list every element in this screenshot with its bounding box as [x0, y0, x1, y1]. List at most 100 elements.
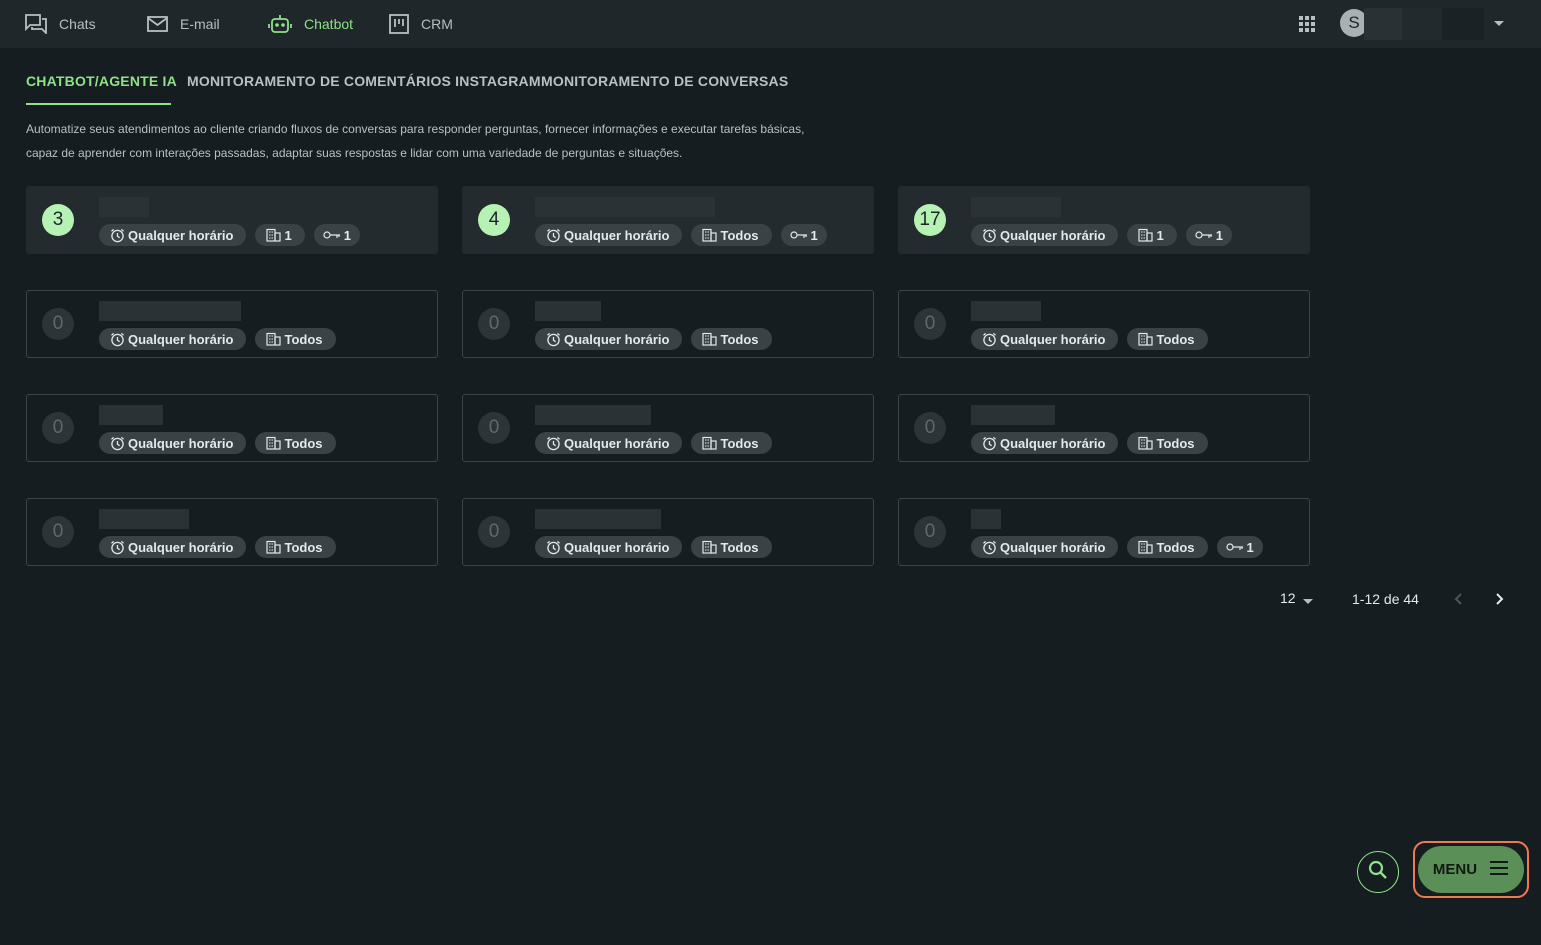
rows-per-page-select[interactable]: 12 — [1280, 590, 1296, 606]
chatbot-name-redacted — [535, 301, 601, 321]
departments-chip: Todos — [1127, 328, 1208, 350]
chatbot-card[interactable]: 17 Qualquer horário 1 1 — [898, 186, 1310, 254]
building-icon — [266, 436, 282, 450]
nav-item-email[interactable]: E-mail — [147, 0, 220, 48]
conversation-count-badge: 0 — [478, 308, 510, 340]
departments-chip: Todos — [691, 432, 772, 454]
conversation-count-badge: 0 — [478, 516, 510, 548]
schedule-chip: Qualquer horário — [971, 536, 1119, 558]
key-icon — [323, 230, 341, 240]
conversation-count-badge: 0 — [914, 412, 946, 444]
departments-chip: 1 — [1127, 224, 1177, 246]
tab-chatbot-agente-ia[interactable]: CHATBOT/AGENTE IA — [26, 73, 177, 89]
keys-chip: 1 — [313, 224, 360, 246]
schedule-chip: Qualquer horário — [99, 536, 247, 558]
chatbot-card[interactable]: 0 Qualquer horário Todos — [462, 290, 874, 358]
nav-item-crm[interactable]: CRM — [389, 0, 453, 48]
departments-chip: Todos — [1127, 432, 1208, 454]
chatbot-card[interactable]: 4 Qualquer horário Todos 1 — [462, 186, 874, 254]
apps-grid-icon[interactable] — [1297, 14, 1317, 34]
nav-item-chats[interactable]: Chats — [25, 0, 96, 48]
schedule-chip: Qualquer horário — [535, 328, 683, 350]
departments-label: Todos — [720, 331, 759, 347]
chatbot-card[interactable]: 0 Qualquer horário Todos — [462, 498, 874, 566]
building-icon — [702, 436, 718, 450]
building-icon — [266, 540, 282, 554]
chatbot-attributes: Qualquer horário Todos — [535, 536, 772, 558]
keys-label: 1 — [1215, 227, 1223, 243]
chatbot-attributes: Qualquer horário 1 1 — [971, 224, 1232, 246]
building-icon — [702, 332, 718, 346]
clock-icon — [982, 436, 997, 451]
chatbot-name-redacted — [535, 197, 715, 217]
clock-icon — [110, 332, 125, 347]
conversation-count-badge: 0 — [914, 308, 946, 340]
chatbot-card[interactable]: 3 Qualquer horário 1 1 — [26, 186, 438, 254]
description-line: capaz de aprender com interações passada… — [26, 146, 683, 160]
menu-button[interactable]: MENU — [1418, 846, 1524, 893]
nav-item-chatbot[interactable]: Chatbot — [268, 0, 353, 48]
conversation-count-badge: 0 — [42, 412, 74, 444]
schedule-label: Qualquer horário — [564, 435, 670, 451]
tab-monitoramento-instagram[interactable]: MONITORAMENTO DE COMENTÁRIOS INSTAGRAM — [187, 73, 541, 89]
building-icon — [266, 228, 282, 242]
clock-icon — [982, 332, 997, 347]
departments-label: Todos — [1156, 435, 1195, 451]
conversation-count-badge: 0 — [42, 516, 74, 548]
chatbot-card[interactable]: 0 Qualquer horário Todos 1 — [898, 498, 1310, 566]
previous-page-icon[interactable] — [1451, 591, 1467, 607]
tab-monitoramento-conversas[interactable]: MONITORAMENTO DE CONVERSAS — [541, 73, 788, 89]
chatbot-name-redacted — [535, 509, 661, 529]
chatbot-name-redacted — [971, 509, 1001, 529]
chatbot-name-redacted — [535, 405, 651, 425]
departments-label: 1 — [1156, 227, 1164, 243]
nav-label-crm: CRM — [421, 16, 453, 32]
building-icon — [1138, 332, 1154, 346]
menu-button-label: MENU — [1432, 861, 1478, 878]
search-button[interactable] — [1357, 851, 1399, 893]
rows-per-page-caret-icon[interactable] — [1303, 599, 1313, 604]
chatbot-attributes: Qualquer horário Todos — [99, 432, 336, 454]
next-page-icon[interactable] — [1491, 591, 1507, 607]
departments-label: Todos — [720, 435, 759, 451]
chatbot-card[interactable]: 0 Qualquer horário Todos — [26, 290, 438, 358]
key-icon — [1195, 230, 1213, 240]
departments-chip: Todos — [1127, 536, 1208, 558]
clock-icon — [110, 540, 125, 555]
keys-label: 1 — [343, 227, 351, 243]
building-icon — [1138, 228, 1154, 242]
clock-icon — [546, 436, 561, 451]
schedule-chip: Qualquer horário — [971, 432, 1119, 454]
chatbot-attributes: Qualquer horário Todos — [971, 432, 1208, 454]
top-navigation-bar: Chats E-mail Chatbot CRM S — [0, 0, 1541, 48]
mail-icon — [147, 16, 168, 32]
conversation-count-badge: 0 — [478, 412, 510, 444]
clock-icon — [982, 540, 997, 555]
chatbot-card[interactable]: 0 Qualquer horário Todos — [26, 498, 438, 566]
user-name-redacted — [1364, 8, 1402, 40]
user-menu-caret-icon[interactable] — [1494, 21, 1504, 26]
departments-label: Todos — [1156, 539, 1195, 555]
chatbot-name-redacted — [971, 197, 1061, 217]
clock-icon — [546, 228, 561, 243]
chatbot-card[interactable]: 0 Qualquer horário Todos — [898, 394, 1310, 462]
schedule-chip: Qualquer horário — [535, 224, 683, 246]
schedule-label: Qualquer horário — [564, 539, 670, 555]
search-icon — [1368, 860, 1388, 885]
schedule-chip: Qualquer horário — [99, 432, 247, 454]
departments-label: Todos — [284, 539, 323, 555]
schedule-label: Qualquer horário — [128, 227, 234, 243]
chatbot-attributes: Qualquer horário Todos — [99, 328, 336, 350]
chatbot-attributes: Qualquer horário Todos — [535, 328, 772, 350]
conversation-count-badge: 0 — [42, 308, 74, 340]
chatbot-card[interactable]: 0 Qualquer horário Todos — [462, 394, 874, 462]
clock-icon — [546, 332, 561, 347]
schedule-chip: Qualquer horário — [535, 536, 683, 558]
chatbot-card[interactable]: 0 Qualquer horário Todos — [26, 394, 438, 462]
chatbot-card[interactable]: 0 Qualquer horário Todos — [898, 290, 1310, 358]
departments-label: Todos — [720, 539, 759, 555]
keys-label: 1 — [1246, 539, 1254, 555]
building-icon — [1138, 436, 1154, 450]
departments-chip: Todos — [255, 536, 336, 558]
schedule-label: Qualquer horário — [128, 435, 234, 451]
